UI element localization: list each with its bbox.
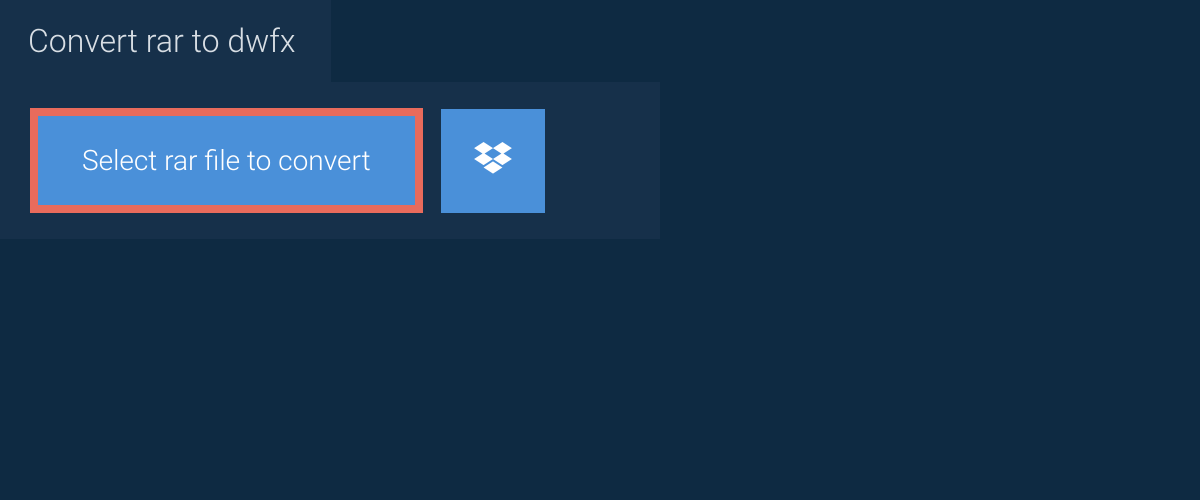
tab-bar: Convert rar to dwfx [0, 0, 1200, 82]
tab-label: Convert rar to dwfx [28, 22, 295, 60]
tab-convert[interactable]: Convert rar to dwfx [0, 0, 331, 82]
select-file-button-label: Select rar file to convert [82, 144, 371, 177]
upload-panel: Select rar file to convert [0, 82, 660, 239]
select-file-button[interactable]: Select rar file to convert [30, 108, 423, 213]
dropbox-button[interactable] [441, 109, 545, 213]
dropbox-icon [474, 142, 512, 180]
